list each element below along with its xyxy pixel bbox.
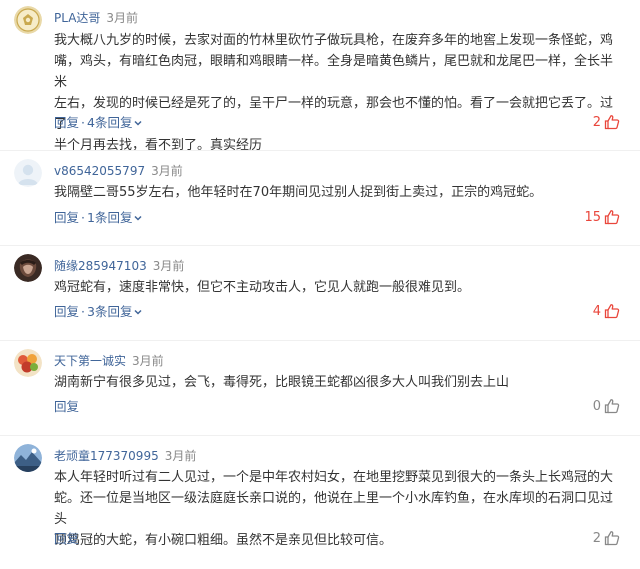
thumb-up-icon bbox=[604, 303, 620, 318]
separator: · bbox=[81, 304, 85, 319]
like-button[interactable]: 2 bbox=[593, 529, 620, 549]
like-count: 2 bbox=[592, 115, 601, 130]
avatar[interactable] bbox=[14, 444, 42, 472]
like-button[interactable]: 0 bbox=[593, 397, 620, 417]
avatar[interactable] bbox=[14, 254, 42, 282]
comment-item: 随缘285947103 3月前 鸡冠蛇有，速度非常快，但它不主动攻击人，它见人就跑… bbox=[0, 245, 640, 340]
comment-actions: 回复 · 4条回复 bbox=[54, 113, 143, 133]
comment-item: v86542055797 3月前 我隔壁二哥55岁左右，他年轻时在70年期间见过别… bbox=[0, 150, 640, 245]
view-replies-label: 1条回复 bbox=[87, 210, 133, 225]
username[interactable]: 老顽童177370995 bbox=[54, 449, 159, 463]
comment-text-line: 湖南新宁有很多见过，会飞，毒得死，比眼镜王蛇都凶很多大人叫我们别去上山 bbox=[54, 375, 510, 390]
user-line: PLA达哥 3月前 bbox=[54, 9, 138, 27]
comment-actions: 回复 · 3条回复 bbox=[54, 302, 143, 322]
comment-text: 鸡冠蛇有，速度非常快，但它不主动攻击人，它见人就跑一般很难见到。 bbox=[54, 277, 620, 298]
like-count: 2 bbox=[592, 531, 601, 546]
comment-text: 我隔壁二哥55岁左右，他年轻时在70年期间见过别人捉到街上卖过，正宗的鸡冠蛇。 bbox=[54, 182, 620, 203]
comment-item: 天下第一诚实 3月前 湖南新宁有很多见过，会飞，毒得死，比眼镜王蛇都凶很多大人叫我… bbox=[0, 340, 640, 435]
chevron-down-icon bbox=[134, 215, 142, 221]
comment-actions: 回复 bbox=[54, 397, 79, 417]
like-count: 0 bbox=[592, 399, 601, 414]
comment-text-line: 蛇。还一位是当地区一级法庭庭长亲口说的，他说在上里一个小水库钓鱼，在水库坝的石洞… bbox=[54, 491, 614, 527]
comment-text-line: 鸡冠蛇有，速度非常快，但它不主动攻击人，它见人就跑一般很难见到。 bbox=[54, 280, 471, 295]
separator: · bbox=[81, 115, 85, 130]
view-replies-label: 3条回复 bbox=[87, 304, 133, 319]
like-button[interactable]: 2 bbox=[593, 113, 620, 133]
thumb-up-icon bbox=[604, 530, 620, 545]
timestamp: 3月前 bbox=[106, 11, 139, 25]
comment-text-line: 我隔壁二哥55岁左右，他年轻时在70年期间见过别人捉到街上卖过，正宗的鸡冠蛇。 bbox=[54, 185, 543, 200]
like-button[interactable]: 15 bbox=[584, 208, 620, 228]
view-replies-button[interactable]: 3条回复 bbox=[87, 304, 143, 319]
view-replies-label: 4条回复 bbox=[87, 115, 133, 130]
avatar[interactable] bbox=[14, 349, 42, 377]
timestamp: 3月前 bbox=[164, 449, 197, 463]
thumb-up-icon bbox=[604, 209, 620, 224]
comment-text: 湖南新宁有很多见过，会飞，毒得死，比眼镜王蛇都凶很多大人叫我们别去上山 bbox=[54, 372, 620, 393]
user-line: 老顽童177370995 3月前 bbox=[54, 447, 196, 465]
comment-text-line: 顶鸡冠的大蛇，有小碗口粗细。虽然不是亲见但比较可信。 bbox=[54, 533, 393, 548]
timestamp: 3月前 bbox=[132, 354, 164, 368]
avatar[interactable] bbox=[14, 159, 42, 187]
comment-text-line: 本人年轻时听过有二人见过，一个是中年农村妇女，在地里挖野菜见到很大的一条头上长鸡… bbox=[54, 470, 614, 485]
comment-text-line: 嘴，鸡头，有暗红色肉冠，眼睛和鸡眼睛一样。全身是暗黄色鳞片，尾巴就和龙尾巴一样，… bbox=[54, 54, 614, 90]
view-replies-button[interactable]: 4条回复 bbox=[87, 115, 143, 130]
reply-button[interactable]: 回复 bbox=[54, 115, 79, 130]
username[interactable]: 天下第一诚实 bbox=[54, 354, 126, 368]
comment-text: 我大概八九岁的时候，去家对面的竹林里砍竹子做玩具枪，在废弃多年的地窖上发现一条怪… bbox=[54, 30, 620, 156]
timestamp: 3月前 bbox=[151, 164, 183, 178]
chevron-down-icon bbox=[134, 309, 142, 315]
comment-text-line: 我大概八九岁的时候，去家对面的竹林里砍竹子做玩具枪，在废弃多年的地窖上发现一条怪… bbox=[54, 33, 614, 48]
thumb-up-icon bbox=[604, 114, 620, 129]
username[interactable]: v86542055797 bbox=[54, 164, 145, 178]
reply-button[interactable]: 回复 bbox=[54, 304, 79, 319]
comment-actions: 回复 · 1条回复 bbox=[54, 208, 143, 228]
reply-button[interactable]: 回复 bbox=[54, 531, 79, 546]
chevron-down-icon bbox=[134, 120, 142, 126]
user-line: 天下第一诚实 3月前 bbox=[54, 352, 164, 370]
username[interactable]: PLA达哥 bbox=[54, 11, 100, 25]
view-replies-button[interactable]: 1条回复 bbox=[87, 210, 143, 225]
like-count: 15 bbox=[584, 210, 601, 225]
thumb-up-icon bbox=[604, 398, 620, 413]
username[interactable]: 随缘285947103 bbox=[54, 259, 147, 273]
reply-button[interactable]: 回复 bbox=[54, 399, 79, 414]
separator: · bbox=[81, 210, 85, 225]
user-line: v86542055797 3月前 bbox=[54, 162, 183, 180]
comment-actions: 回复 bbox=[54, 529, 79, 549]
reply-button[interactable]: 回复 bbox=[54, 210, 79, 225]
comment-list: PLA达哥 3月前 我大概八九岁的时候，去家对面的竹林里砍竹子做玩具枪，在废弃多年… bbox=[0, 0, 640, 569]
comment-item: 老顽童177370995 3月前 本人年轻时听过有二人见过，一个是中年农村妇女，在… bbox=[0, 435, 640, 569]
avatar[interactable] bbox=[14, 6, 42, 34]
comment-text: 本人年轻时听过有二人见过，一个是中年农村妇女，在地里挖野菜见到很大的一条头上长鸡… bbox=[54, 467, 620, 551]
like-count: 4 bbox=[592, 304, 601, 319]
comment-item: PLA达哥 3月前 我大概八九岁的时候，去家对面的竹林里砍竹子做玩具枪，在废弃多年… bbox=[0, 0, 640, 153]
timestamp: 3月前 bbox=[152, 259, 185, 273]
like-button[interactable]: 4 bbox=[593, 302, 620, 322]
user-line: 随缘285947103 3月前 bbox=[54, 257, 184, 275]
